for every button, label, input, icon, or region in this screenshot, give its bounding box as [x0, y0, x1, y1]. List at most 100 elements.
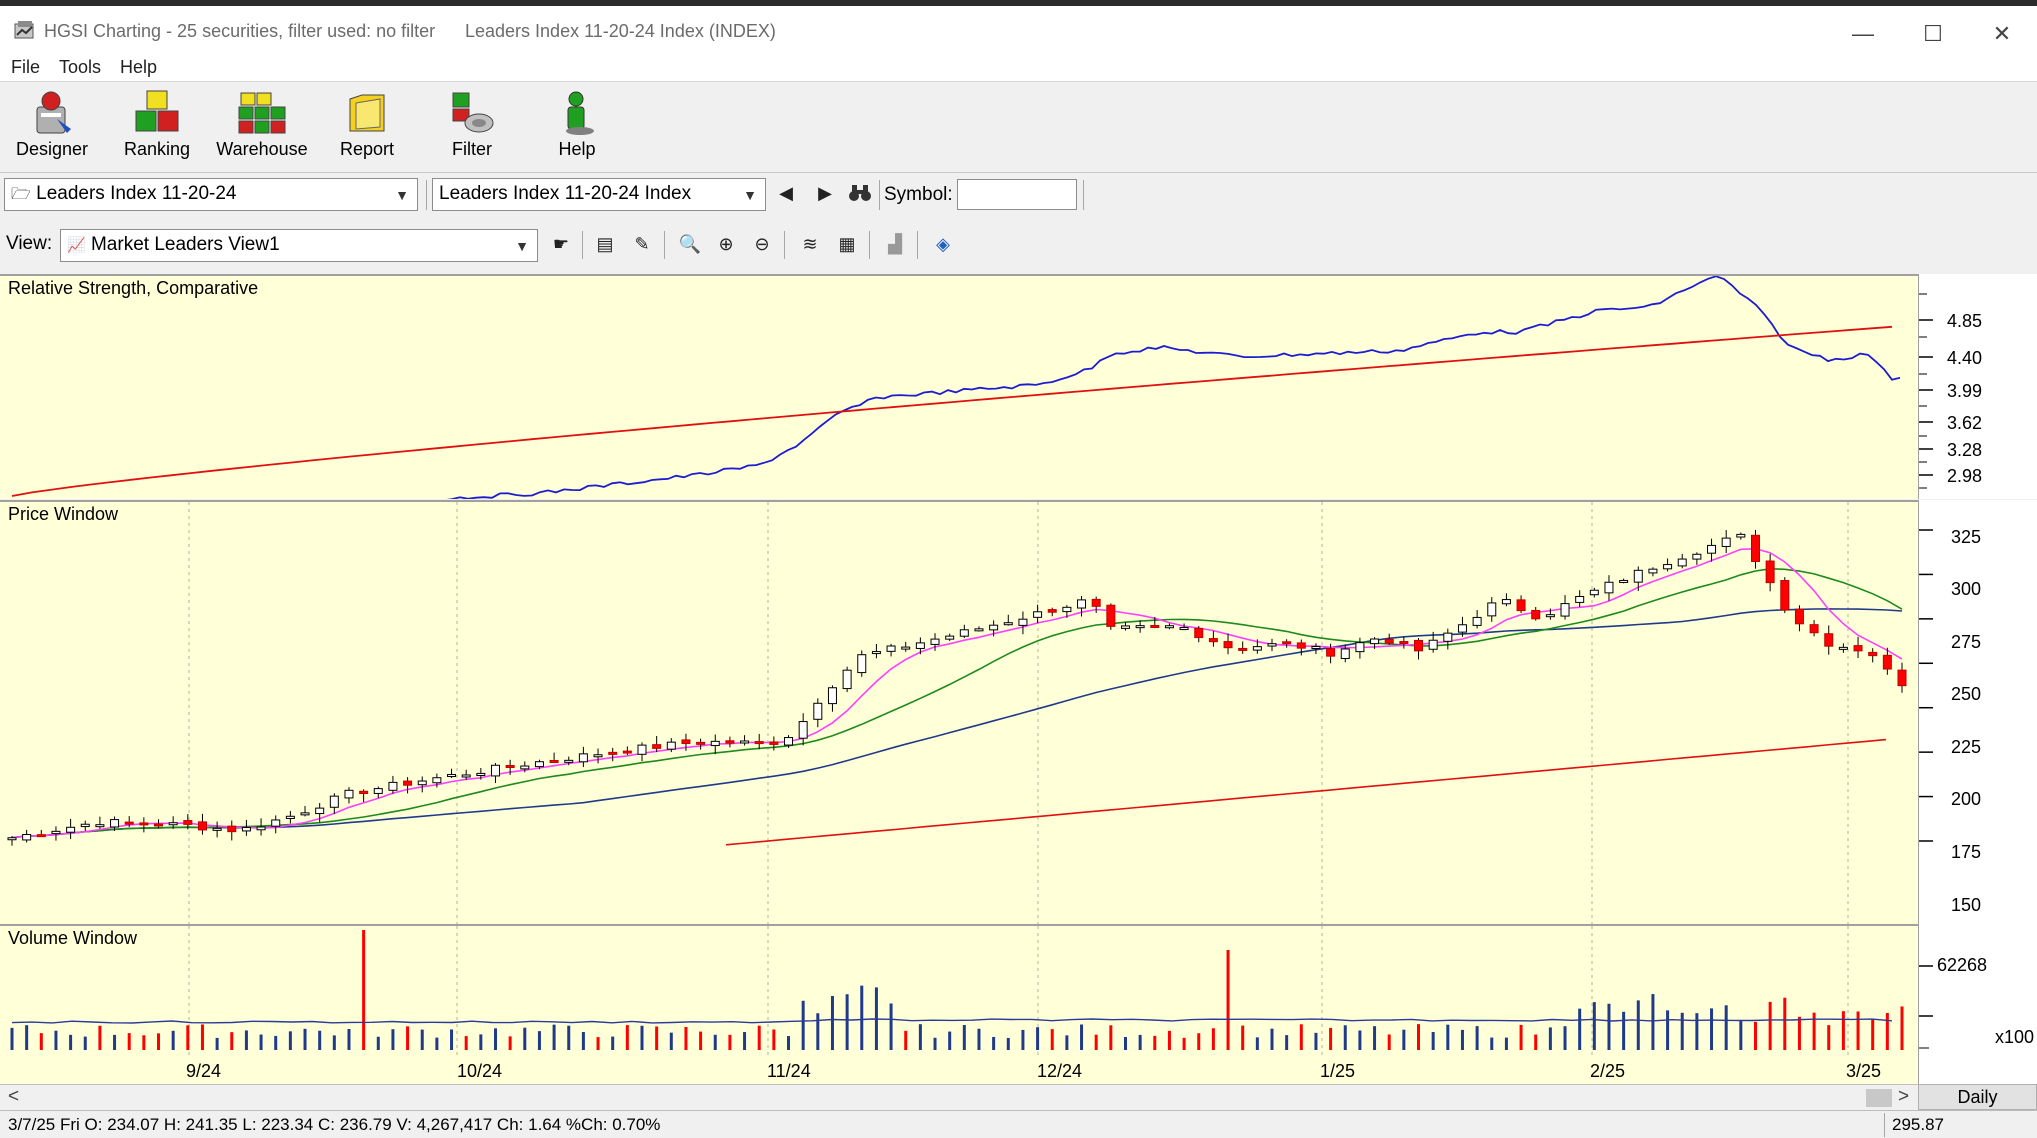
period-button[interactable]: Daily — [1918, 1084, 2037, 1110]
chevron-down-icon: ▼ — [395, 187, 409, 203]
candle — [1399, 641, 1409, 645]
rs-line — [427, 276, 1901, 499]
candle — [901, 646, 911, 650]
volume-panel-title: Volume Window — [8, 928, 138, 948]
horizontal-scrollbar[interactable]: < > — [0, 1084, 1918, 1110]
candle — [1062, 606, 1072, 613]
table-icon: ▦ — [838, 233, 856, 254]
candle — [1208, 638, 1218, 643]
scroll-left-arrow[interactable]: < — [8, 1086, 19, 1108]
candle — [578, 753, 588, 763]
separator — [869, 231, 870, 259]
maximize-button[interactable]: ☐ — [1903, 14, 1963, 54]
rs-panel[interactable]: Relative Strength, Comparative — [0, 274, 1918, 499]
price-axis: 325 300 275 250 225 200 175 150 — [1918, 500, 2037, 924]
zoom-out-icon: ⊖ — [754, 233, 770, 254]
status-cursor-value: 295.87 — [1892, 1115, 1944, 1134]
candle — [915, 642, 925, 649]
candle — [432, 777, 442, 784]
zoom-in-button[interactable]: ⊕ — [711, 229, 741, 259]
candle — [1633, 569, 1643, 583]
scroll-right-arrow[interactable]: > — [1898, 1086, 1909, 1108]
next-security-button[interactable]: ▶ — [810, 178, 840, 208]
security-combo[interactable]: Leaders Index 11-20-24 Index ▼ — [432, 178, 766, 211]
rs-chart — [11, 276, 1901, 499]
candle — [1619, 579, 1629, 583]
list-combo[interactable]: 🗁 Leaders Index 11-20-24 ▼ — [4, 178, 418, 211]
previous-security-button[interactable]: ◀ — [771, 178, 801, 208]
candle — [505, 765, 515, 769]
candle — [1721, 537, 1731, 547]
zoom-out-button[interactable]: ⊖ — [747, 229, 777, 259]
chart-settings-button[interactable]: ▤ — [590, 229, 620, 259]
designer-icon — [36, 91, 71, 134]
menu-file[interactable]: File — [11, 57, 40, 78]
candle — [1355, 642, 1365, 653]
candle — [461, 774, 471, 778]
separator — [664, 231, 665, 259]
separator — [582, 231, 583, 259]
candle — [139, 822, 149, 826]
candle — [1091, 598, 1101, 607]
scroll-thumb[interactable] — [1866, 1089, 1892, 1107]
chart-type-button[interactable]: ▟ — [880, 229, 910, 259]
view-combo-value: Market Leaders View1 — [90, 234, 280, 255]
zoom-button[interactable]: 🔍 — [675, 229, 705, 259]
candle — [388, 781, 398, 791]
compress-bars-button[interactable]: ≋ — [795, 229, 825, 259]
period-label: Daily — [1957, 1087, 1998, 1107]
warehouse-button[interactable]: Warehouse — [212, 87, 312, 169]
rs-axis-label: 3.99 — [1947, 381, 1983, 401]
candle — [1033, 611, 1043, 618]
price-panel[interactable]: Price Window — [0, 500, 1918, 924]
rs-axis-label: 4.40 — [1947, 348, 1983, 368]
candle — [1750, 534, 1760, 562]
edit-chart-button[interactable]: ✎ — [627, 229, 657, 259]
ranking-button[interactable]: Ranking — [107, 87, 207, 169]
triangle-right-icon: ▶ — [818, 182, 832, 203]
rs-panel-title: Relative Strength, Comparative — [8, 278, 259, 298]
candle — [1296, 642, 1306, 649]
candle — [7, 837, 17, 841]
candle — [22, 834, 32, 841]
volume-panel[interactable]: Volume Window 9/24 10/24 11/24 12/24 1/2… — [0, 924, 1918, 1084]
candle — [1340, 648, 1350, 659]
candle — [842, 669, 852, 690]
menu-help[interactable]: Help — [120, 57, 157, 78]
volume-chart — [10, 926, 1904, 1056]
volume-multiplier: x100 — [1995, 1027, 2035, 1047]
rs-axis-label: 4.85 — [1947, 311, 1983, 331]
minimize-button[interactable]: — — [1833, 14, 1893, 54]
menu-tools[interactable]: Tools — [59, 57, 101, 78]
help-button[interactable]: Help — [527, 87, 627, 169]
filter-button[interactable]: Filter — [422, 87, 522, 169]
candle — [1106, 604, 1116, 627]
candle — [1882, 654, 1892, 670]
list-combo-value: Leaders Index 11-20-24 — [36, 183, 237, 204]
designer-button[interactable]: Designer — [2, 87, 102, 169]
date-label: 2/25 — [1590, 1061, 1626, 1081]
wave-lines-icon: ≋ — [802, 233, 818, 254]
pointer-tool-button[interactable]: ☛ — [546, 229, 576, 259]
view-combo[interactable]: 📈 Market Leaders View1 ▼ — [60, 229, 538, 262]
binoculars-button[interactable] — [845, 178, 875, 208]
palette-icon: ◈ — [936, 233, 950, 254]
candle — [329, 795, 339, 808]
data-table-button[interactable]: ▦ — [832, 229, 862, 259]
symbol-input[interactable] — [957, 179, 1077, 210]
close-button[interactable]: ✕ — [1972, 14, 2032, 54]
candle — [1516, 599, 1526, 612]
candle — [256, 826, 266, 831]
color-scheme-button[interactable]: ◈ — [928, 229, 958, 259]
date-label: 3/25 — [1846, 1061, 1882, 1081]
candle — [1238, 647, 1248, 651]
candle — [710, 740, 720, 747]
candle — [959, 629, 969, 637]
candle — [798, 721, 808, 739]
report-button[interactable]: Report — [317, 87, 417, 169]
main-toolbar: Designer Ranking Warehouse Report Filter… — [0, 83, 2037, 173]
report-label: Report — [339, 139, 395, 159]
app-icon — [14, 21, 34, 39]
rs-axis: 4.85 4.40 3.99 3.62 3.28 2.98 — [1918, 274, 2037, 499]
date-label: 9/24 — [186, 1061, 222, 1081]
